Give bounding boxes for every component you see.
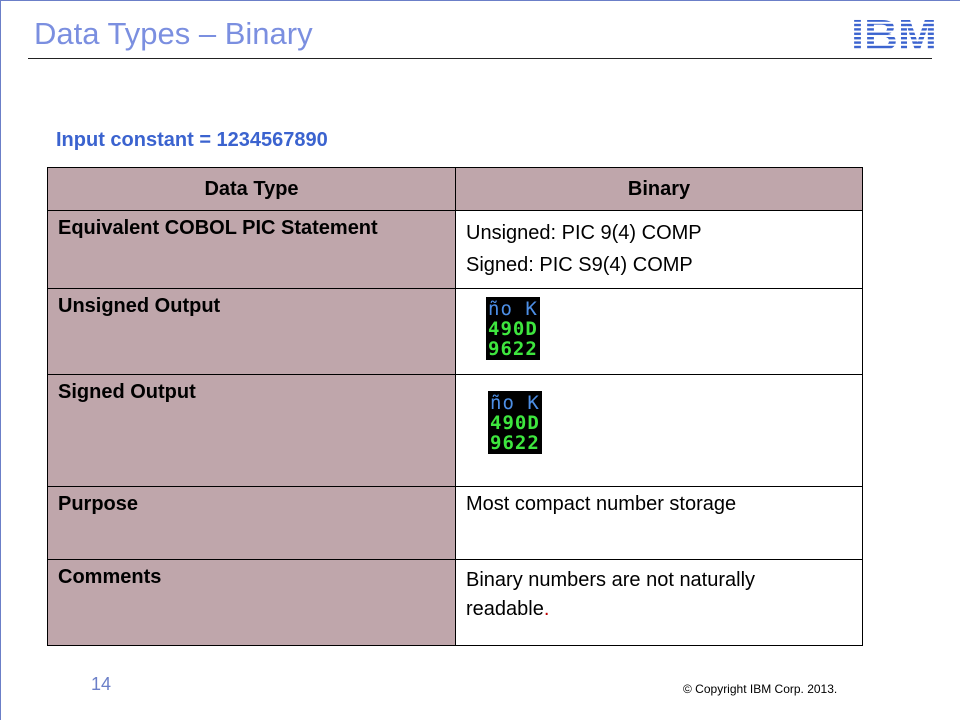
- signed-output-dump: ño K 490D 9622: [488, 391, 852, 455]
- table-header-row: Data Type Binary: [47, 167, 863, 211]
- dump-row-chars: ño K: [490, 392, 540, 414]
- dump-row-zone: 490D: [488, 318, 538, 340]
- comments-period: .: [543, 598, 550, 620]
- row-value-unsigned-output: ño K 490D 9622: [455, 288, 863, 375]
- table-row: Comments Binary numbers are not naturall…: [47, 559, 863, 646]
- slide-frame-left: [0, 0, 1, 720]
- title-divider: [28, 58, 932, 59]
- row-label-signed-output: Signed Output: [47, 374, 456, 487]
- table-row: Equivalent COBOL PIC Statement Unsigned:…: [47, 210, 863, 289]
- ibm-logo-text: IBM: [851, 15, 937, 53]
- header-data-type: Data Type: [47, 167, 456, 211]
- row-label-purpose: Purpose: [47, 486, 456, 560]
- table-row: Purpose Most compact number storage: [47, 486, 863, 560]
- row-label-comments: Comments: [47, 559, 456, 646]
- table-row: Signed Output ño K 490D 9622: [47, 374, 863, 487]
- slide-frame-top: [0, 0, 960, 1]
- row-value-signed-output: ño K 490D 9622: [455, 374, 863, 487]
- comments-line-1: Binary numbers are not naturally: [466, 569, 756, 591]
- ibm-logo: IBM: [851, 15, 937, 53]
- dump-row-chars: ño K: [488, 298, 538, 320]
- pic-unsigned: Unsigned: PIC 9(4) COMP: [466, 222, 702, 244]
- page-number: 14: [91, 674, 112, 694]
- header-binary: Binary: [455, 167, 863, 211]
- dump-row-digit: 9622: [488, 338, 538, 360]
- data-type-table: Data Type Binary Equivalent COBOL PIC St…: [47, 167, 863, 646]
- unsigned-output-dump: ño K 490D 9622: [486, 297, 852, 361]
- row-value-purpose: Most compact number storage: [455, 486, 863, 560]
- table-row: Unsigned Output ño K 490D 9622: [47, 288, 863, 375]
- copyright-notice: © Copyright IBM Corp. 2013.: [683, 682, 838, 696]
- row-value-comments: Binary numbers are not naturally readabl…: [455, 559, 863, 646]
- input-constant: Input constant = 1234567890: [56, 129, 328, 151]
- dump-row-zone: 490D: [490, 412, 540, 434]
- row-value-cobol-pic: Unsigned: PIC 9(4) COMP Signed: PIC S9(4…: [455, 210, 863, 289]
- pic-signed: Signed: PIC S9(4) COMP: [466, 254, 693, 276]
- dump-row-digit: 9622: [490, 432, 540, 454]
- row-label-unsigned-output: Unsigned Output: [47, 288, 456, 375]
- row-label-cobol-pic: Equivalent COBOL PIC Statement: [47, 210, 456, 289]
- slide-title: Data Types – Binary: [34, 16, 313, 51]
- comments-line-2: readable: [466, 598, 544, 620]
